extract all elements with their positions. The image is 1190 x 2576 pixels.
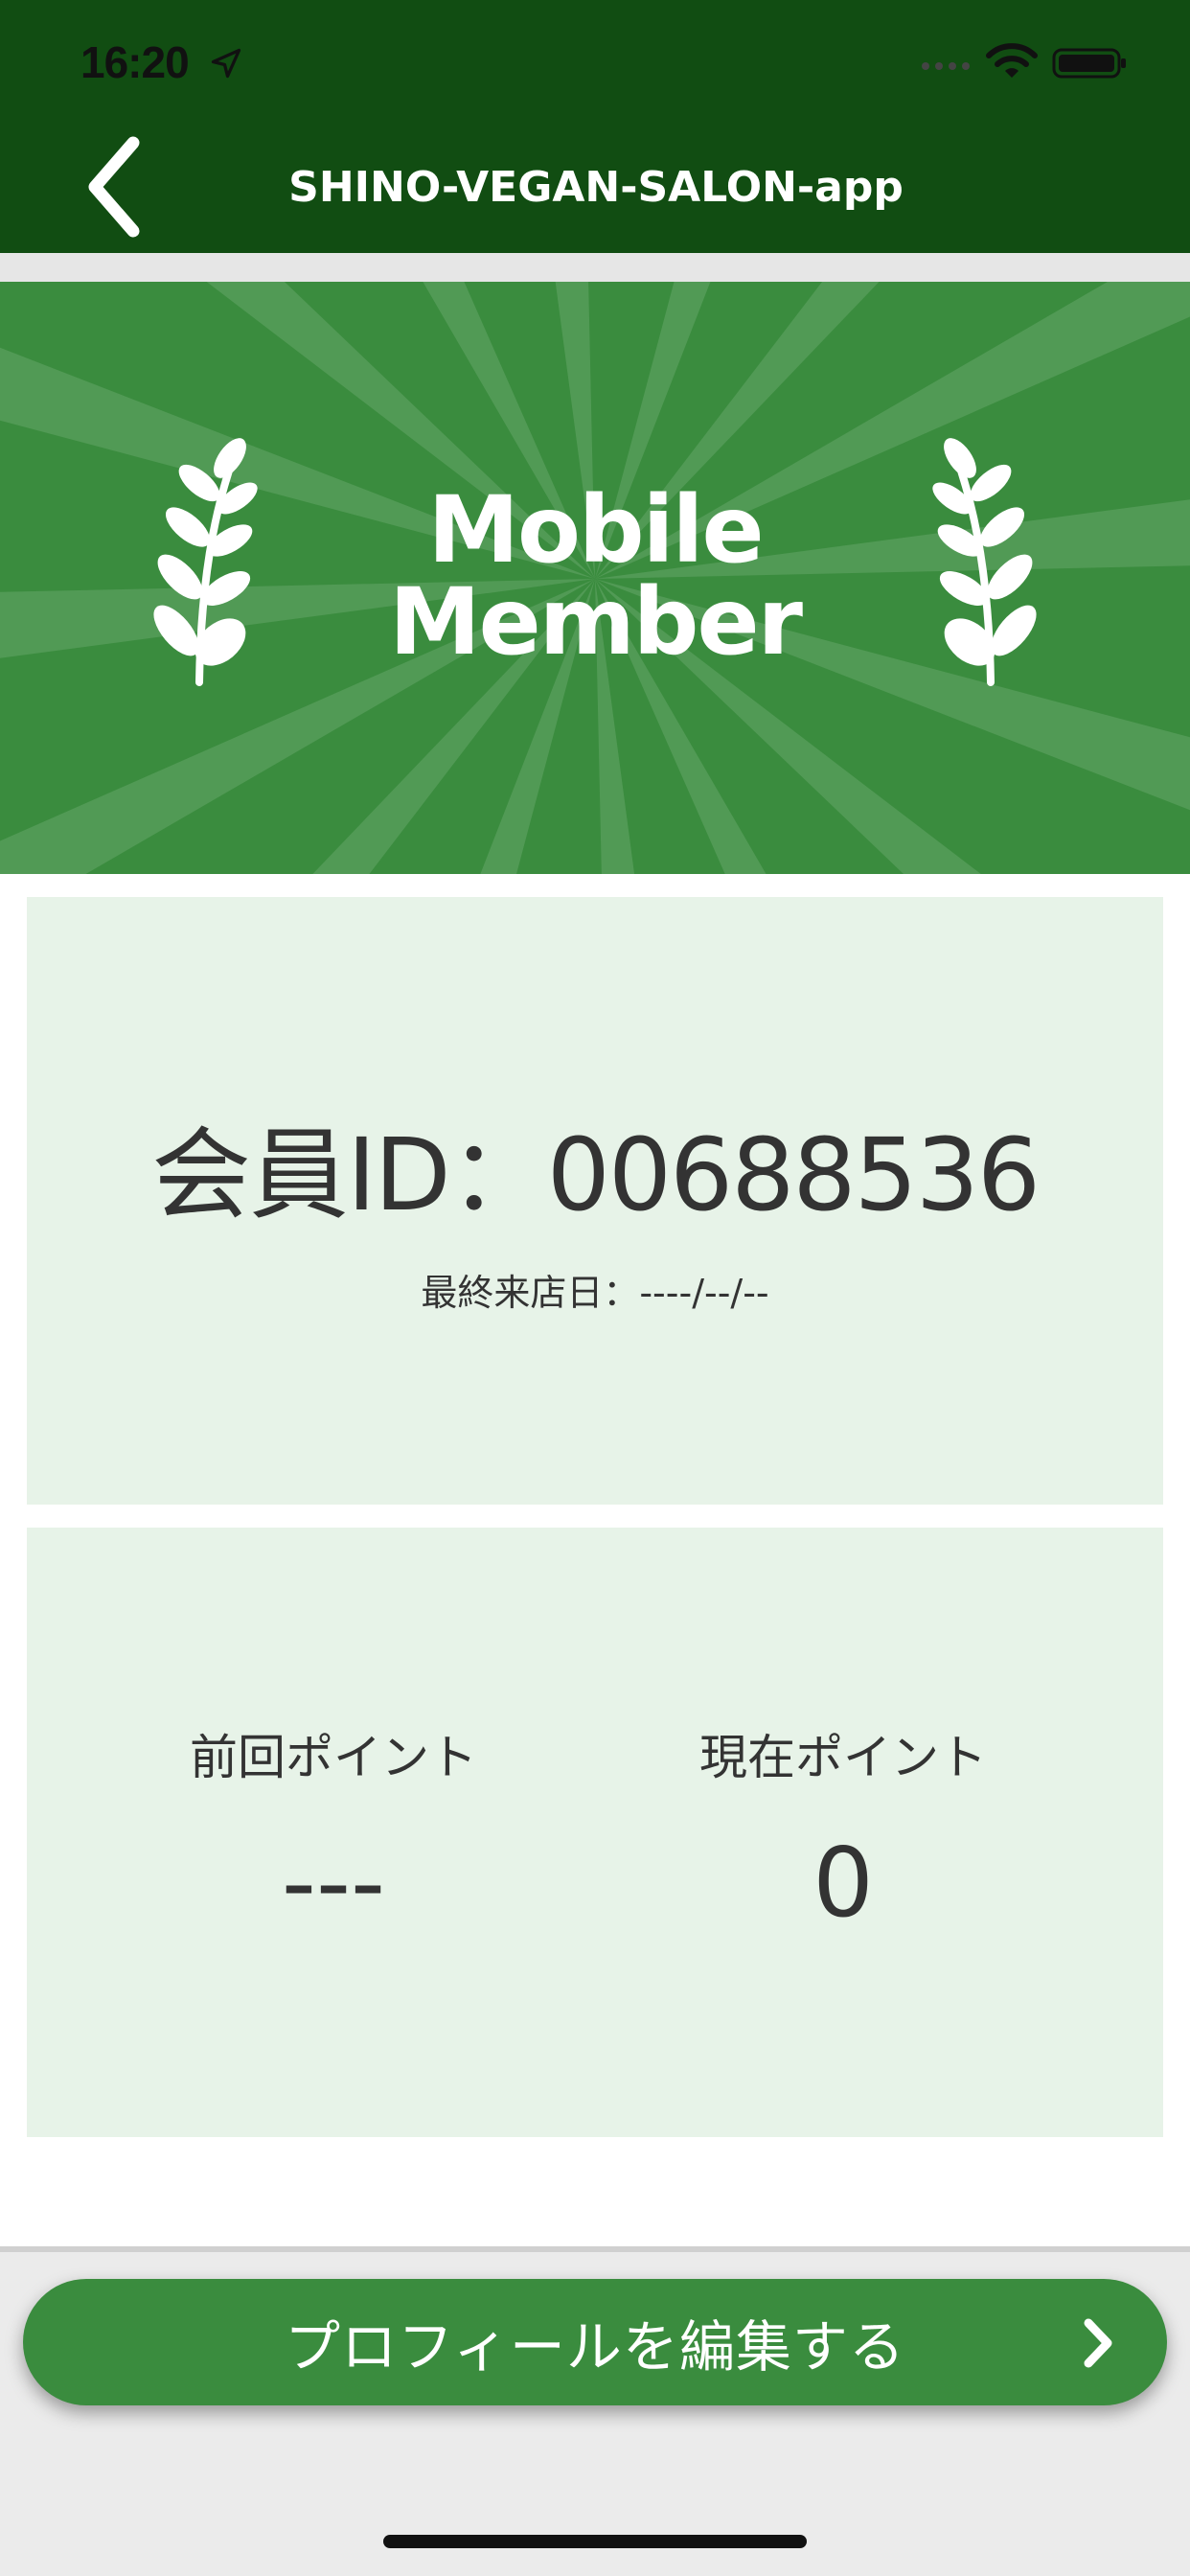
battery-icon <box>1052 48 1126 79</box>
banner-line-2: Member <box>389 568 803 676</box>
banner-line-1: Mobile <box>427 476 764 584</box>
location-arrow-icon <box>211 48 241 79</box>
edit-profile-button[interactable]: プロフィールを編集する <box>23 2279 1167 2405</box>
last-visit-date: 最終来店日：----/--/-- <box>421 1272 769 1314</box>
home-indicator[interactable] <box>383 2535 807 2548</box>
previous-points: 前回ポイント --- <box>84 1719 583 1936</box>
chevron-right-icon <box>1084 2318 1112 2368</box>
member-id: 会員ID：00688536 <box>150 1116 1041 1233</box>
current-points-label: 現在ポイント <box>699 1730 987 1785</box>
wifi-icon <box>986 43 1038 78</box>
banner-title: Mobile Member <box>0 484 1190 668</box>
top-bar: 16:20 SHINO-VEGAN-SALON-app <box>0 0 1190 253</box>
previous-points-value: --- <box>281 1827 386 1939</box>
signal-icon <box>922 62 970 70</box>
previous-points-label: 前回ポイント <box>190 1730 477 1785</box>
current-points-value: 0 <box>812 1827 874 1939</box>
background-strip <box>0 253 1190 282</box>
member-id-card: 会員ID：00688536 最終来店日：----/--/-- <box>27 897 1163 1505</box>
nav-title: SHINO-VEGAN-SALON-app <box>288 163 904 212</box>
current-points: 現在ポイント 0 <box>594 1719 1092 1936</box>
edit-profile-label: プロフィールを編集する <box>285 2314 905 2380</box>
points-card: 前回ポイント --- 現在ポイント 0 <box>27 1528 1163 2137</box>
status-time: 16:20 <box>80 37 190 87</box>
